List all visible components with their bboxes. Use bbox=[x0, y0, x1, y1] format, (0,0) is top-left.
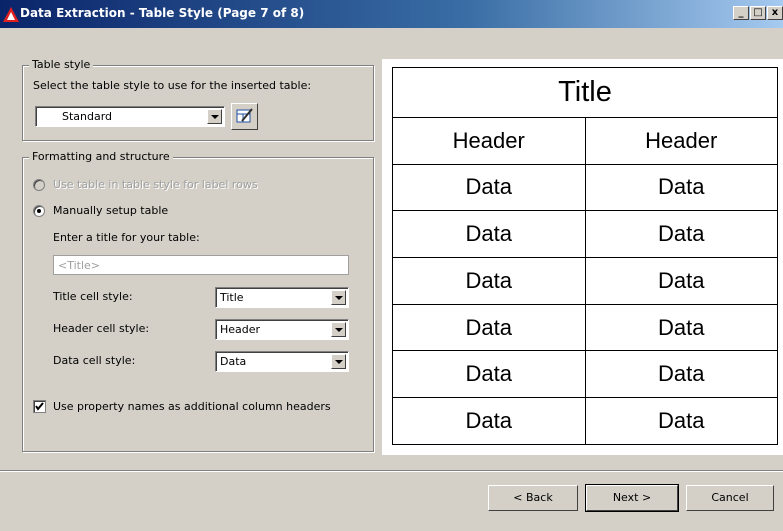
header-cell-style-label: Header cell style: bbox=[53, 322, 150, 335]
preview-title-row: Title bbox=[392, 67, 778, 118]
preview-data-cell: Data bbox=[392, 163, 586, 212]
manual-setup-label: Manually setup table bbox=[53, 204, 169, 217]
window-title: Data Extraction - Table Style (Page 7 of… bbox=[20, 6, 305, 20]
chevron-down-icon[interactable] bbox=[331, 322, 346, 337]
data-extraction-dialog: Data Extraction - Table Style (Page 7 of… bbox=[0, 0, 783, 531]
preview-data-row: Data Data bbox=[392, 256, 778, 305]
preview-data-row: Data Data bbox=[392, 303, 778, 352]
chevron-down-icon[interactable] bbox=[331, 290, 346, 305]
title-prompt-label: Enter a title for your table: bbox=[53, 231, 200, 244]
formatting-structure-group: Formatting and structure Use table in ta… bbox=[22, 150, 374, 452]
title-cell-style-select[interactable]: Title bbox=[215, 287, 349, 308]
label-rows-option-label: Use table in table style for label rows bbox=[53, 178, 258, 191]
preview-data-row: Data Data bbox=[392, 397, 778, 445]
preview-data-cell: Data bbox=[392, 210, 586, 258]
back-button[interactable]: < Back bbox=[488, 485, 578, 511]
preview-title-cell: Title bbox=[392, 67, 778, 118]
table-style-instruction: Select the table style to use for the in… bbox=[33, 79, 312, 92]
formatting-legend: Formatting and structure bbox=[29, 150, 173, 163]
table-style-legend: Table style bbox=[29, 58, 94, 71]
data-cell-style-label: Data cell style: bbox=[53, 354, 136, 367]
next-button[interactable]: Next > bbox=[585, 484, 679, 512]
data-cell-style-value: Data bbox=[220, 355, 247, 368]
preview-data-cell: Data bbox=[392, 256, 586, 305]
table-style-group: Table style Select the table style to us… bbox=[22, 58, 374, 141]
table-preview-panel: Title Header Header Data Data Data Data … bbox=[382, 59, 783, 455]
preview-data-cell: Data bbox=[584, 397, 778, 445]
data-cell-style-select[interactable]: Data bbox=[215, 351, 349, 372]
preview-data-row: Data Data bbox=[392, 350, 778, 399]
minimize-button[interactable]: _ bbox=[733, 6, 749, 20]
preview-data-row: Data Data bbox=[392, 210, 778, 258]
table-title-input[interactable] bbox=[54, 256, 348, 274]
checkmark-icon bbox=[35, 402, 44, 411]
footer-separator bbox=[0, 470, 783, 472]
table-title-field[interactable] bbox=[53, 255, 349, 275]
preview-data-cell: Data bbox=[584, 210, 778, 258]
header-cell-style-value: Header bbox=[220, 323, 261, 336]
title-bar[interactable]: Data Extraction - Table Style (Page 7 of… bbox=[0, 0, 783, 28]
header-cell-style-select[interactable]: Header bbox=[215, 319, 349, 340]
chevron-down-icon[interactable] bbox=[207, 109, 222, 124]
preview-data-cell: Data bbox=[584, 256, 778, 305]
close-button[interactable]: x bbox=[767, 6, 783, 20]
use-property-names-checkbox[interactable] bbox=[33, 400, 46, 413]
title-cell-style-value: Title bbox=[220, 291, 244, 304]
label-rows-radio[interactable] bbox=[33, 179, 45, 191]
cancel-button[interactable]: Cancel bbox=[686, 485, 774, 511]
table-preview: Title Header Header Data Data Data Data … bbox=[392, 67, 778, 445]
preview-data-cell: Data bbox=[584, 163, 778, 212]
launch-table-style-dialog-button[interactable] bbox=[231, 103, 258, 130]
maximize-button[interactable]: □ bbox=[750, 6, 766, 20]
preview-data-cell: Data bbox=[584, 350, 778, 399]
autocad-app-icon bbox=[3, 7, 19, 22]
preview-data-row: Data Data bbox=[392, 163, 778, 212]
table-style-editor-icon bbox=[236, 108, 253, 123]
table-style-value: Standard bbox=[62, 110, 113, 123]
preview-data-cell: Data bbox=[392, 303, 586, 352]
preview-header-cell: Header bbox=[584, 116, 778, 165]
preview-data-cell: Data bbox=[392, 350, 586, 399]
preview-data-cell: Data bbox=[392, 397, 586, 445]
preview-data-cell: Data bbox=[584, 303, 778, 352]
use-property-names-label: Use property names as additional column … bbox=[53, 400, 331, 413]
title-cell-style-label: Title cell style: bbox=[53, 290, 133, 303]
manual-setup-radio[interactable] bbox=[33, 205, 45, 217]
preview-header-row: Header Header bbox=[392, 116, 778, 165]
chevron-down-icon[interactable] bbox=[331, 354, 346, 369]
table-style-select[interactable]: Standard bbox=[35, 106, 225, 127]
preview-header-cell: Header bbox=[392, 116, 586, 165]
